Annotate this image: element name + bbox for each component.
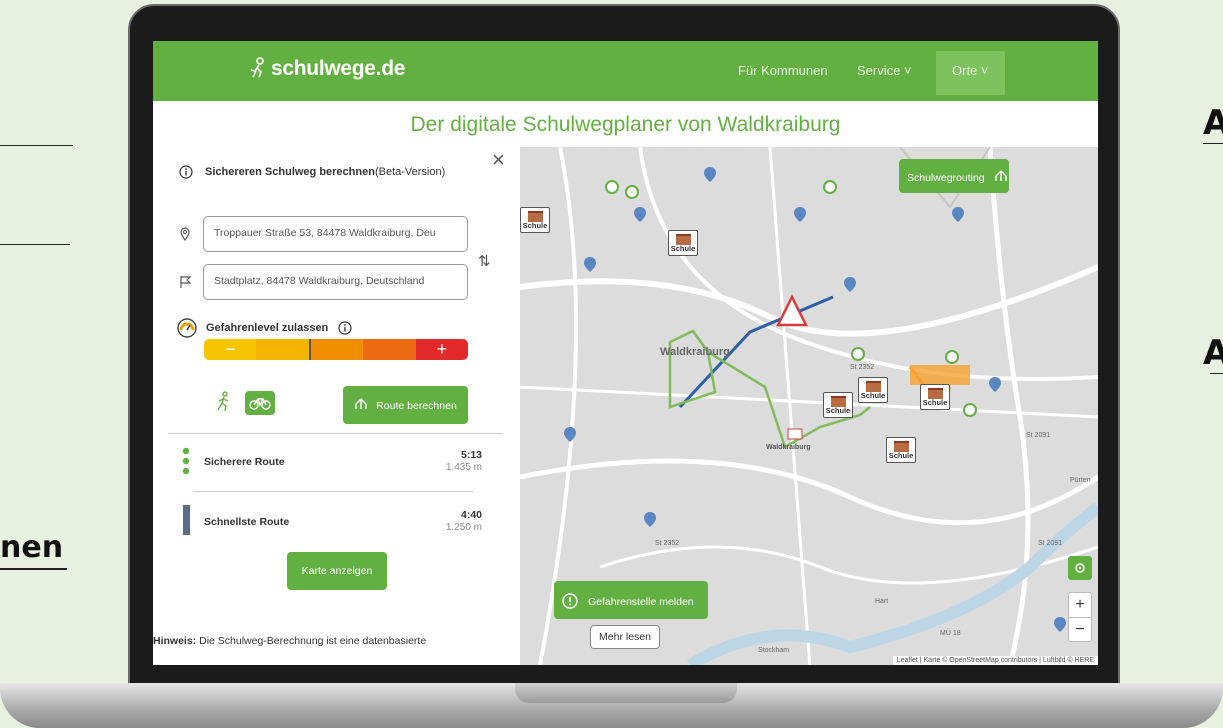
left-heading-fragment: nen (0, 530, 64, 565)
zoom-in-button[interactable]: + (1069, 593, 1091, 618)
danger-segment[interactable] (256, 339, 311, 360)
train-station-icon (787, 428, 803, 440)
nav-orte[interactable]: Orte ˅ (936, 51, 1005, 95)
school-marker[interactable]: Schule (858, 377, 888, 403)
street-label: St 2091 (1038, 540, 1062, 547)
crosshair-icon (1075, 563, 1085, 573)
zoom-out-button[interactable]: − (1069, 618, 1091, 642)
swap-icon[interactable]: ⇅ (478, 252, 491, 270)
start-address-input[interactable]: Troppauer Straße 53, 84478 Waldkraiburg,… (203, 216, 468, 252)
place-label: Pürten (1070, 477, 1091, 484)
school-marker[interactable]: Schule (886, 437, 916, 463)
route-planner-panel: Sichereren Schulweg berechnen (Beta-Vers… (153, 147, 520, 665)
logo-text: schulwege.de (271, 57, 406, 80)
school-marker[interactable]: Schule (520, 207, 550, 233)
left-underline (0, 568, 67, 570)
laptop-notch (515, 683, 737, 703)
screen-bezel (153, 665, 1098, 683)
traffic-light-icon (182, 447, 190, 475)
hint-label: Hinweis: (153, 635, 197, 647)
zoom-control: + − (1068, 592, 1092, 642)
fastest-route-name[interactable]: Schnellste Route (204, 516, 289, 528)
map-attribution: Leaflet | Karte © OpenStreetMap contribu… (892, 656, 1098, 665)
left-divider (0, 244, 70, 245)
panel-heading-suffix: (Beta-Version) (374, 166, 446, 178)
safer-route-stats: 5:13 1.435 m (446, 449, 482, 473)
left-divider (0, 145, 73, 146)
route-divider (193, 491, 473, 492)
info-icon (179, 165, 193, 179)
city-label: Waldkraiburg (660, 346, 730, 358)
calculate-route-label: Route berechnen (376, 400, 457, 412)
station-label: Waldkraiburg (766, 444, 810, 451)
panel-heading-bold: Sichereren Schulweg berechnen (205, 166, 375, 178)
fastest-route-time: 4:40 (460, 509, 482, 521)
school-marker[interactable]: Schule (823, 392, 853, 418)
report-hazard-button[interactable]: Gefahrenstelle melden (554, 581, 708, 619)
danger-level-label-row: Gefahrenlevel zulassen (177, 318, 352, 338)
place-label: Stockham (758, 647, 789, 654)
street-label: St 2352 (850, 364, 874, 371)
fastest-route-distance: 1.250 m (445, 522, 482, 533)
site-logo[interactable]: schulwege.de (247, 57, 405, 81)
show-map-button[interactable]: Karte anzeigen (287, 552, 387, 590)
locate-button[interactable] (1068, 556, 1092, 580)
nav-service[interactable]: Service ˅ (857, 63, 912, 78)
hint-text: Hinweis: Die Schulweg-Berechnung ist ein… (153, 635, 426, 647)
walking-children-icon (250, 57, 264, 78)
danger-segment[interactable] (363, 339, 416, 360)
safer-route-distance: 1.435 m (445, 462, 482, 473)
browser-screen: schulwege.de Für Kommunen Service ˅ Orte… (153, 41, 1098, 665)
calculate-route-button[interactable]: Route berechnen (343, 386, 468, 424)
route-icon (355, 398, 367, 409)
street-label: MÜ 18 (940, 629, 961, 637)
map-view[interactable]: Waldkraiburg Waldkraiburg St 2352 St 235… (520, 147, 1098, 665)
top-navbar: schulwege.de Für Kommunen Service ˅ Orte… (153, 41, 1098, 101)
route-icon (994, 170, 1007, 181)
place-label: Hart (875, 598, 888, 605)
close-icon[interactable]: × (492, 147, 505, 173)
fastest-route-stats: 4:40 1.250 m (446, 509, 482, 533)
nav-fuer-kommunen[interactable]: Für Kommunen (738, 63, 828, 78)
gauge-icon (177, 318, 197, 338)
school-routing-button[interactable]: Schulwegrouting (899, 159, 1009, 193)
panel-heading: Sichereren Schulweg berechnen (Beta-Vers… (179, 165, 445, 179)
right-divider (1203, 143, 1223, 144)
bicycle-icon (249, 398, 271, 410)
danger-segment[interactable] (310, 339, 364, 360)
right-divider (1210, 373, 1223, 374)
read-more-button[interactable]: Mehr lesen (590, 625, 660, 649)
school-marker[interactable]: Schule (668, 230, 698, 256)
destination-address-input[interactable]: Stadtplatz, 84478 Waldkraiburg, Deutschl… (203, 264, 468, 300)
safer-route-time: 5:13 (460, 449, 482, 461)
pedestrian-icon[interactable] (215, 391, 233, 416)
street-label: St 2352 (655, 540, 679, 547)
right-heading-fragment: A (1203, 103, 1223, 143)
danger-plus-segment[interactable]: + (415, 339, 468, 360)
warning-pin-icon (562, 593, 578, 609)
danger-level-label: Gefahrenlevel zulassen (206, 322, 329, 334)
danger-minus-segment[interactable]: − (204, 339, 257, 360)
location-pin-icon (180, 227, 190, 244)
report-hazard-label: Gefahrenstelle melden (588, 596, 694, 608)
info-icon (338, 321, 352, 335)
bicycle-mode-button[interactable] (245, 391, 275, 415)
safer-route-name[interactable]: Sicherere Route (204, 456, 285, 468)
right-heading-fragment: A (1203, 333, 1223, 373)
school-routing-label: Schulwegrouting (907, 172, 985, 184)
hint-body: Die Schulweg-Berechnung ist eine datenba… (196, 635, 427, 647)
danger-level-slider[interactable]: − + (204, 339, 468, 360)
panel-divider (168, 433, 503, 434)
fastest-route-color-bar (183, 505, 190, 535)
page-subtitle: Der digitale Schulwegplaner von Waldkrai… (410, 113, 841, 136)
flag-icon (179, 275, 192, 292)
street-label: St 2091 (1026, 432, 1050, 439)
school-marker[interactable]: Schule (920, 384, 950, 410)
